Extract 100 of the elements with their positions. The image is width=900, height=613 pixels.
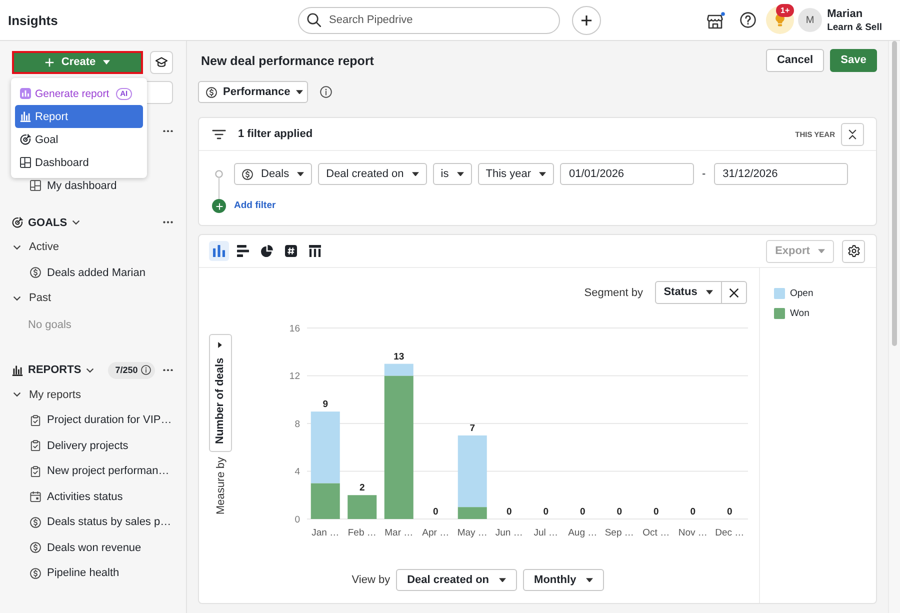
target-icon bbox=[20, 134, 31, 145]
axis-label: Aug … bbox=[568, 528, 598, 538]
dollar-icon bbox=[242, 168, 253, 180]
dashboard-icon bbox=[20, 157, 31, 168]
learn-button[interactable] bbox=[150, 51, 173, 74]
add-filter-link[interactable]: Add filter bbox=[234, 199, 276, 213]
storefront-icon bbox=[707, 12, 726, 28]
search-icon bbox=[307, 13, 321, 27]
bar-chart-tile-icon bbox=[20, 88, 31, 99]
sidebar-item[interactable]: My dashboard bbox=[12, 173, 173, 198]
cancel-button[interactable]: Cancel bbox=[766, 49, 824, 72]
sidebar-item[interactable]: Deals status by sales p… bbox=[12, 510, 173, 535]
date-field[interactable]: 31/12/2026 bbox=[714, 163, 848, 185]
caret-icon bbox=[218, 342, 222, 348]
filter-icon bbox=[212, 128, 226, 140]
menu-item[interactable]: Dashboard bbox=[15, 151, 143, 174]
value-label: 0 bbox=[726, 506, 732, 518]
section-title[interactable]: REPORTS bbox=[28, 364, 82, 376]
condition-select[interactable]: This year bbox=[478, 163, 554, 185]
dollar-icon bbox=[206, 86, 217, 98]
view-by-label: View by bbox=[352, 574, 390, 586]
count-text: 7/250 bbox=[115, 365, 138, 375]
sidebar-item[interactable]: New project performan… bbox=[12, 458, 173, 484]
condition-select[interactable]: is bbox=[432, 163, 472, 185]
clear-segment-button[interactable] bbox=[722, 281, 747, 304]
value-label: 9 bbox=[322, 399, 328, 410]
axis-label: Jul … bbox=[534, 528, 558, 538]
caret-down-icon bbox=[706, 290, 714, 295]
value-label: 0 bbox=[506, 506, 512, 518]
add-button[interactable] bbox=[572, 6, 601, 34]
add-filter-button[interactable] bbox=[212, 199, 226, 213]
create-button[interactable]: Create bbox=[12, 51, 143, 74]
tips-button[interactable]: 1+ bbox=[766, 6, 794, 34]
axis-label: Sep … bbox=[604, 528, 634, 538]
help-button[interactable] bbox=[740, 12, 756, 28]
sidebar-item[interactable]: Deals won revenue bbox=[12, 535, 173, 560]
scrollbar-thumb[interactable] bbox=[892, 41, 897, 346]
segment-select[interactable]: Status bbox=[655, 281, 722, 304]
value-label: 13 bbox=[394, 351, 404, 362]
section-title[interactable]: GOALS bbox=[28, 216, 68, 228]
sidebar-item[interactable]: Delivery projects bbox=[12, 433, 173, 458]
sidebar-group[interactable]: My reports bbox=[12, 382, 173, 408]
info-icon bbox=[140, 365, 151, 375]
notification-badge: 1+ bbox=[776, 4, 794, 17]
info-icon bbox=[320, 86, 332, 98]
company-name: Learn & Sell bbox=[827, 22, 882, 32]
sidebar-item[interactable]: Project duration for VIP… bbox=[12, 408, 173, 433]
sidebar-group[interactable]: Past bbox=[12, 286, 173, 311]
settings-icon bbox=[848, 245, 860, 257]
caret-down-icon bbox=[412, 172, 419, 176]
bar-chart-icon bbox=[12, 364, 23, 376]
save-button[interactable]: Save bbox=[830, 49, 877, 72]
axis-label: 16 bbox=[289, 323, 300, 334]
condition-select[interactable]: Deal created on bbox=[318, 163, 427, 185]
close-icon bbox=[729, 288, 739, 298]
value-label: 0 bbox=[690, 506, 696, 518]
sidebar-item[interactable]: Activities status bbox=[12, 484, 173, 510]
marketplace-button[interactable] bbox=[707, 12, 726, 28]
legend-label: Open bbox=[790, 288, 814, 298]
empty-message: No goals bbox=[27, 318, 72, 333]
condition-select[interactable]: Deals bbox=[234, 163, 312, 185]
plus-icon bbox=[581, 14, 592, 26]
report-title: New deal performance report bbox=[200, 54, 374, 68]
axis-label: May … bbox=[457, 528, 488, 538]
settings-button[interactable] bbox=[842, 240, 865, 262]
avatar[interactable]: M bbox=[798, 8, 822, 32]
sidebar-item[interactable]: Pipeline health bbox=[12, 560, 173, 586]
caret-down-icon bbox=[297, 172, 304, 176]
value-label: 2 bbox=[359, 482, 365, 494]
value-label: 0 bbox=[653, 506, 659, 518]
measure-select[interactable]: Number of deals bbox=[209, 334, 232, 452]
plus-icon bbox=[45, 58, 54, 67]
value-label: 0 bbox=[543, 506, 549, 518]
search-field[interactable]: Search Pipedrive bbox=[298, 6, 560, 34]
caret-down-icon bbox=[818, 248, 825, 254]
report-type-select[interactable]: Performance bbox=[198, 81, 308, 103]
measure-label: Measure by bbox=[214, 457, 226, 514]
help-icon bbox=[740, 12, 756, 28]
user-name: Marian bbox=[827, 8, 864, 20]
sidebar-item[interactable]: Deals added Marian bbox=[12, 260, 173, 286]
axis-label: 4 bbox=[294, 466, 300, 478]
caret-down-icon bbox=[102, 60, 110, 65]
bar-chart-icon bbox=[20, 111, 31, 122]
menu-item[interactable]: Goal bbox=[15, 128, 143, 151]
view-by-select[interactable]: Monthly bbox=[523, 569, 604, 591]
caret-down-icon bbox=[539, 172, 546, 176]
menu-item[interactable]: Report bbox=[15, 105, 143, 128]
caret-down-icon bbox=[586, 578, 594, 582]
collapse-button[interactable] bbox=[841, 122, 864, 146]
dashboard-icon bbox=[30, 180, 41, 192]
value-label: 0 bbox=[616, 506, 622, 518]
dollar-icon bbox=[30, 542, 41, 554]
value-label: 0 bbox=[580, 506, 586, 518]
axis-label: Jan … bbox=[312, 528, 340, 538]
hash-icon bbox=[285, 245, 297, 257]
dollar-icon bbox=[30, 568, 41, 579]
sidebar-group[interactable]: Active bbox=[12, 234, 173, 260]
view-by-select[interactable]: Deal created on bbox=[396, 569, 518, 591]
date-field[interactable]: 01/01/2026 bbox=[560, 163, 694, 185]
axis-label: Feb … bbox=[348, 528, 376, 538]
